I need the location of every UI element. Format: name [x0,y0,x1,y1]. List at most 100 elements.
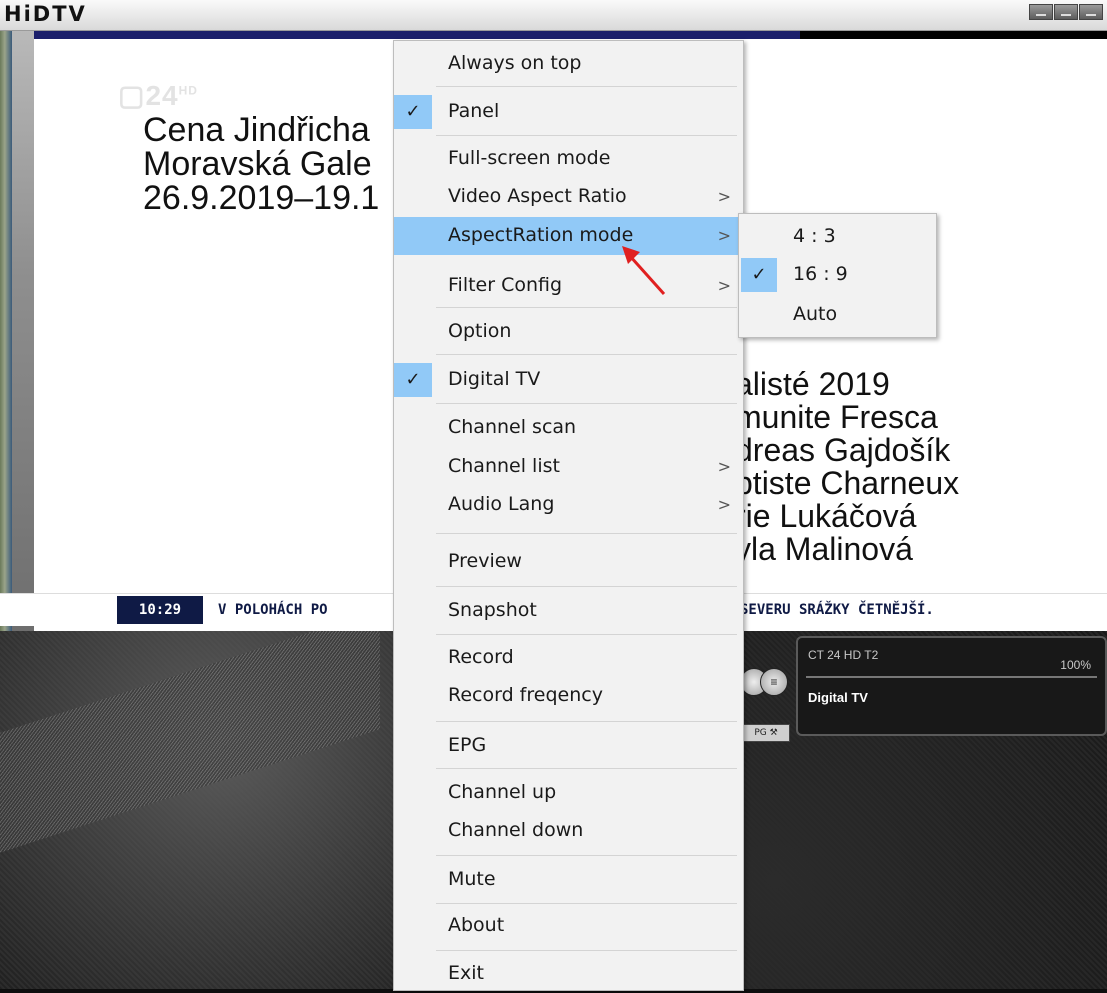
app-title: HiDTV [4,2,87,26]
annotation-arrow-icon [622,246,666,296]
submenu-item-auto[interactable]: Auto [739,296,936,334]
restore-icon[interactable] [1054,4,1078,20]
annotation-arrow-head [622,246,640,264]
channel-logo: ▢24HD [118,79,198,112]
menu-item-always-on-top[interactable]: Always on top [394,45,743,83]
panel-channel-name: CT 24 HD T2 [808,648,879,662]
menu-separator [436,354,737,355]
menu-separator [436,903,737,904]
menu-item-option[interactable]: Option [394,313,743,351]
annotation-arrow-shaft [628,254,666,296]
menu-separator [436,586,737,587]
logo-text: 24 [145,80,179,111]
menu-item-channel-up[interactable]: Channel up [394,774,743,812]
window-controls [1029,4,1103,20]
menu-separator [436,634,737,635]
menu-item-label: Filter Config [448,274,563,296]
check-icon: ✓ [741,258,777,292]
menu-item-label: Exit [448,962,484,984]
panel-signal-level: 100% [1060,658,1091,672]
ticker-text-right: SEVERU SRÁŽKY ČETNĚJŠÍ. [740,602,934,618]
video-names: alisté 2019 munite Fresca dreas Gajdošík… [735,366,960,567]
submenu-item-label: 4 : 3 [793,225,836,247]
chevron-right-icon: > [717,187,731,206]
logo-square-icon: ▢ [118,80,146,111]
menu-item-label: Channel list [448,455,560,477]
menu-item-aspectration-mode[interactable]: AspectRation mode > [394,217,743,255]
close-icon[interactable] [1079,4,1103,20]
menu-item-label: Audio Lang [448,493,555,515]
menu-item-label: Record [448,646,514,668]
menu-item-channel-down[interactable]: Channel down [394,812,743,850]
menu-item-channel-scan[interactable]: Channel scan [394,409,743,447]
chevron-right-icon: > [717,276,731,295]
menu-item-video-aspect-ratio[interactable]: Video Aspect Ratio > [394,178,743,216]
menu-item-full-screen[interactable]: Full-screen mode [394,140,743,178]
menu-item-snapshot[interactable]: Snapshot [394,592,743,630]
menu-item-label: Preview [448,550,522,572]
menu-item-digital-tv[interactable]: ✓ Digital TV [394,361,743,399]
logo-sup: HD [178,83,198,98]
menu-item-label: EPG [448,734,487,756]
menu-item-about[interactable]: About [394,907,743,945]
check-icon: ✓ [394,363,432,397]
menu-item-label: Panel [448,100,500,122]
video-top-bar-right [800,31,1107,39]
chevron-right-icon: > [717,495,731,514]
aspect-mode-submenu: 4 : 3 ✓ 16 : 9 Auto [738,213,937,338]
menu-separator [436,533,737,534]
menu-item-label: Channel down [448,819,584,841]
menu-separator [436,135,737,136]
submenu-item-label: Auto [793,303,838,325]
menu-item-label: Channel scan [448,416,577,438]
menu-item-label: Always on top [448,52,582,74]
menu-item-preview[interactable]: Preview [394,543,743,581]
chevron-right-icon: > [717,457,731,476]
panel-tab[interactable]: PG ⚒ [742,724,790,742]
menu-item-label: Snapshot [448,599,537,621]
background-band [0,631,380,853]
panel-menu-icon[interactable]: ≡ [760,668,788,696]
menu-separator [436,403,737,404]
ticker-time: 10:29 [117,596,203,624]
menu-item-mute[interactable]: Mute [394,861,743,899]
menu-item-label: Option [448,320,512,342]
minimize-icon[interactable] [1029,4,1053,20]
menu-item-label: Record freqency [448,684,603,706]
status-panel: CT 24 HD T2 100% Digital TV [796,636,1107,736]
menu-item-record[interactable]: Record [394,639,743,677]
menu-item-channel-list[interactable]: Channel list > [394,448,743,486]
menu-item-exit[interactable]: Exit [394,955,743,993]
menu-item-record-freqency[interactable]: Record freqency [394,677,743,715]
video-left-strip [0,31,12,631]
video-headline: Cena Jindřicha Moravská Gale 26.9.2019–1… [143,111,380,217]
submenu-item-16-9[interactable]: ✓ 16 : 9 [739,256,936,294]
menu-item-filter-config[interactable]: Filter Config > [394,267,743,305]
menu-separator [436,768,737,769]
context-menu: Always on top ✓ Panel Full-screen mode V… [393,40,744,991]
menu-separator [436,307,737,308]
menu-separator [436,855,737,856]
menu-item-label: Full-screen mode [448,147,611,169]
title-bar: HiDTV [0,0,1107,31]
panel-divider [806,676,1097,678]
video-top-bar [10,31,800,39]
chevron-right-icon: > [717,226,731,245]
submenu-item-4-3[interactable]: 4 : 3 [739,218,936,256]
menu-separator [436,950,737,951]
panel-mode: Digital TV [808,690,868,705]
menu-item-label: Channel up [448,781,557,803]
menu-separator [436,721,737,722]
menu-item-epg[interactable]: EPG [394,727,743,765]
video-left-strip-2 [12,31,34,631]
submenu-item-label: 16 : 9 [793,263,848,285]
menu-item-audio-lang[interactable]: Audio Lang > [394,486,743,524]
menu-item-label: About [448,914,505,936]
check-icon: ✓ [394,95,432,129]
menu-item-label: Mute [448,868,496,890]
menu-item-label: Video Aspect Ratio [448,185,627,207]
menu-item-label: Digital TV [448,368,541,390]
menu-item-panel[interactable]: ✓ Panel [394,93,743,131]
menu-separator [436,86,737,87]
ticker-text-left: V POLOHÁCH PO [218,602,328,618]
